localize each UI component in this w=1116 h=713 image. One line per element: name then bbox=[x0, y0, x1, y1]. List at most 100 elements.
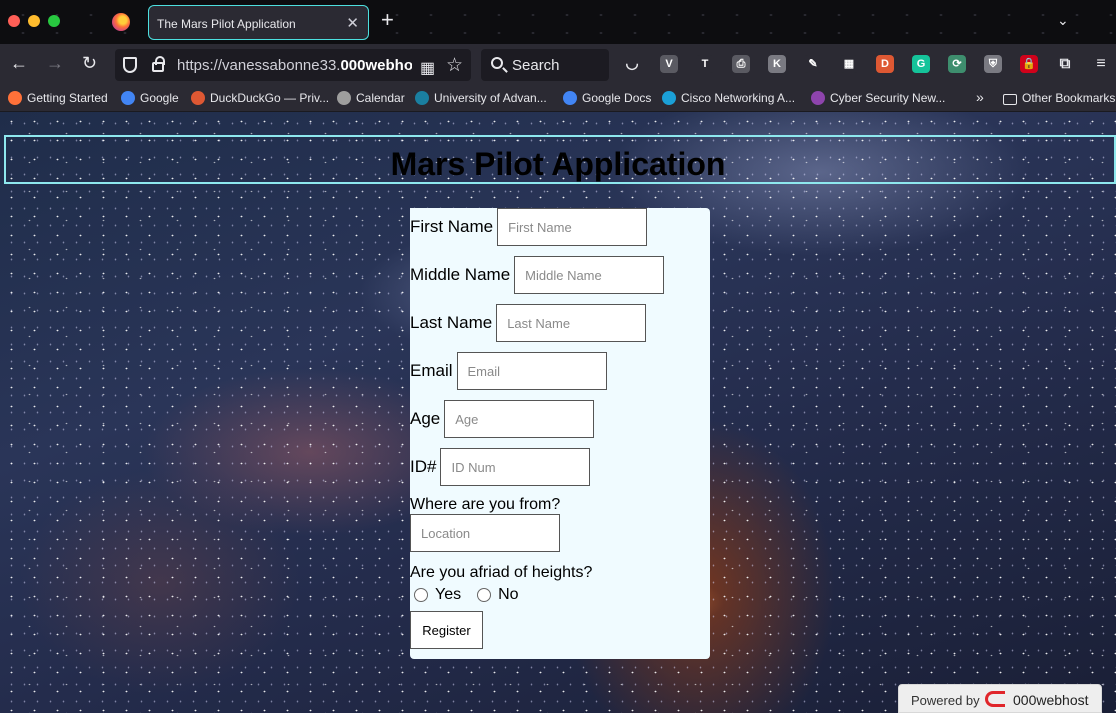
search-icon bbox=[491, 57, 503, 69]
bookmark-star-icon[interactable]: ☆ bbox=[446, 54, 463, 77]
location-input[interactable] bbox=[410, 514, 560, 552]
tab-bar: The Mars Pilot Application ✕ + ⌄ bbox=[0, 0, 1116, 44]
bookmark-item[interactable]: Cyber Security New... bbox=[811, 91, 945, 105]
bookmark-item[interactable]: DuckDuckGo — Priv... bbox=[191, 91, 329, 105]
folder-icon bbox=[1003, 94, 1017, 105]
bookmark-favicon-icon bbox=[415, 91, 429, 105]
bookmark-label: Google Docs bbox=[582, 91, 652, 105]
powered-by-text: Powered by bbox=[911, 693, 980, 708]
bookmark-item[interactable]: Google Docs bbox=[563, 91, 651, 105]
bookmark-favicon-icon bbox=[121, 91, 135, 105]
page-title: Mars Pilot Application bbox=[390, 146, 726, 182]
printer-icon[interactable]: ⎙ bbox=[732, 55, 750, 73]
no-radio[interactable] bbox=[477, 588, 492, 602]
screenshot-icon[interactable]: ✎ bbox=[804, 55, 822, 73]
k-extension-icon[interactable]: K bbox=[768, 55, 786, 73]
bookmark-label: Cyber Security New... bbox=[830, 91, 946, 105]
bookmark-item[interactable]: Google bbox=[121, 91, 179, 105]
age-row: Age bbox=[410, 400, 595, 438]
middle-name-row: Middle Name bbox=[410, 256, 665, 294]
lock-icon[interactable] bbox=[152, 56, 165, 72]
bookmark-item[interactable]: Getting Started bbox=[8, 91, 108, 105]
bookmark-favicon-icon bbox=[811, 91, 825, 105]
last-name-row: Last Name bbox=[410, 304, 647, 342]
search-bar[interactable]: Search bbox=[481, 49, 609, 81]
bookmark-label: University of Advan... bbox=[434, 91, 547, 105]
new-tab-icon[interactable]: + bbox=[381, 9, 394, 31]
bookmark-favicon-icon bbox=[191, 91, 205, 105]
sync-icon[interactable]: ⟳ bbox=[948, 55, 966, 73]
forward-arrow-icon[interactable]: → bbox=[46, 54, 64, 72]
other-bookmarks-label: Other Bookmarks bbox=[1022, 91, 1116, 105]
duckduckgo-icon[interactable]: D bbox=[876, 55, 894, 73]
bookmark-favicon-icon bbox=[563, 91, 577, 105]
other-bookmarks-folder[interactable]: Other Bookmarks bbox=[1003, 91, 1115, 105]
back-arrow-icon[interactable]: ← bbox=[10, 54, 28, 72]
bookmark-item[interactable]: University of Advan... bbox=[415, 91, 547, 105]
reload-icon[interactable]: ↻ bbox=[82, 54, 97, 72]
more-bookmarks-chevron-icon[interactable]: » bbox=[976, 89, 984, 105]
id-row: ID# bbox=[410, 448, 591, 486]
email-label: Email bbox=[410, 361, 453, 380]
id-input[interactable] bbox=[440, 448, 591, 486]
first-name-label: First Name bbox=[410, 217, 494, 236]
page-content: Mars Pilot Application First Name Middle… bbox=[0, 112, 1116, 713]
grammarly-icon[interactable]: G bbox=[912, 55, 930, 73]
middle-name-input[interactable] bbox=[514, 256, 665, 294]
powered-by-badge[interactable]: Powered by 000webhost bbox=[898, 684, 1102, 713]
maximize-window-button[interactable] bbox=[48, 15, 60, 27]
bookmark-label: Cisco Networking A... bbox=[681, 91, 796, 105]
last-name-input[interactable] bbox=[496, 304, 647, 342]
translate-icon[interactable]: T bbox=[696, 55, 714, 73]
tracking-shield-icon[interactable] bbox=[123, 57, 137, 73]
bookmark-favicon-icon bbox=[337, 91, 351, 105]
minimize-window-button[interactable] bbox=[28, 15, 40, 27]
bookmark-label: DuckDuckGo — Priv... bbox=[210, 91, 330, 105]
email-input[interactable] bbox=[456, 352, 607, 390]
url-text[interactable]: https://vanessabonne33.000webhost bbox=[177, 57, 412, 74]
no-label: No bbox=[498, 586, 519, 603]
v-extension-icon[interactable]: V bbox=[660, 55, 678, 73]
id-label: ID# bbox=[410, 457, 437, 476]
heights-radio-group: Yes No bbox=[414, 586, 519, 604]
bookmark-label: Getting Started bbox=[27, 91, 108, 105]
apps-grid-icon[interactable]: ▦ bbox=[840, 55, 858, 73]
bookmark-favicon-icon bbox=[662, 91, 676, 105]
000webhost-logo-icon bbox=[985, 691, 1005, 707]
bookmarks-toolbar: Getting Started Google DuckDuckGo — Priv..… bbox=[0, 85, 1116, 112]
first-name-input[interactable] bbox=[497, 208, 648, 246]
tab-active[interactable]: The Mars Pilot Application ✕ bbox=[148, 5, 369, 40]
close-window-button[interactable] bbox=[8, 15, 20, 27]
qr-code-icon[interactable]: ▦ bbox=[420, 58, 435, 78]
bookmark-item[interactable]: Calendar bbox=[337, 91, 405, 105]
pocket-icon[interactable]: ◡ bbox=[623, 55, 641, 73]
tab-list-chevron-icon[interactable]: ⌄ bbox=[1057, 12, 1069, 29]
firefox-logo-icon bbox=[112, 13, 130, 31]
middle-name-label: Middle Name bbox=[410, 265, 511, 284]
shield-extension-icon[interactable]: ⛨ bbox=[984, 55, 1002, 73]
bookmark-label: Calendar bbox=[356, 91, 405, 105]
password-lock-icon[interactable]: 🔒 bbox=[1020, 55, 1038, 73]
heights-question: Are you afriad of heights? bbox=[410, 564, 593, 581]
bookmark-favicon-icon bbox=[8, 91, 22, 105]
last-name-label: Last Name bbox=[410, 313, 493, 332]
navigation-toolbar: ← → ↻ https://vanessabonne33.000webhost … bbox=[0, 44, 1116, 85]
extensions-puzzle-icon[interactable]: ⧉ bbox=[1056, 55, 1074, 73]
yes-label: Yes bbox=[435, 586, 462, 603]
menu-hamburger-icon[interactable]: ≡ bbox=[1092, 55, 1110, 73]
age-input[interactable] bbox=[444, 400, 595, 438]
email-row: Email bbox=[410, 352, 607, 390]
search-placeholder: Search bbox=[512, 57, 560, 74]
age-label: Age bbox=[410, 409, 441, 428]
tab-close-icon[interactable]: ✕ bbox=[346, 14, 359, 32]
tab-title: The Mars Pilot Application bbox=[157, 17, 296, 31]
location-question: Where are you from? bbox=[410, 496, 561, 513]
powered-by-brand: 000webhost bbox=[1013, 692, 1089, 708]
register-button[interactable]: Register bbox=[410, 611, 483, 649]
yes-radio[interactable] bbox=[414, 588, 428, 602]
address-bar[interactable]: https://vanessabonne33.000webhost ▦ ☆ bbox=[115, 49, 471, 81]
bookmark-item[interactable]: Cisco Networking A... bbox=[662, 91, 795, 105]
application-form: First Name Middle Name Last Name Email A… bbox=[410, 208, 710, 659]
bookmark-label: Google bbox=[140, 91, 179, 105]
first-name-row: First Name bbox=[410, 208, 648, 246]
